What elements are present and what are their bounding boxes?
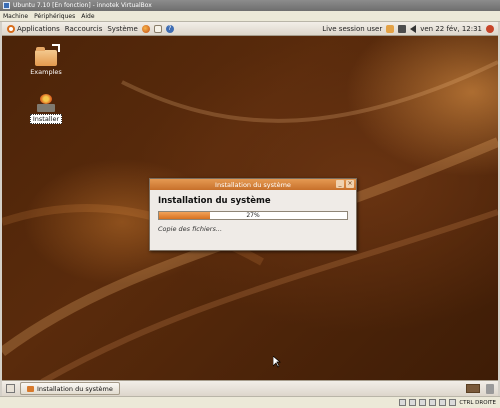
top-panel-tray: Live session user ven 22 fév, 12:31 bbox=[322, 24, 498, 33]
taskbar-item-label: Installation du système bbox=[37, 384, 113, 393]
installer-task-icon bbox=[27, 385, 34, 392]
folder-icon bbox=[35, 44, 60, 66]
desktop-icon-installer[interactable]: Installer bbox=[26, 94, 66, 124]
installation-dialog: Installation du système _ × Installation… bbox=[149, 178, 357, 251]
usb-icon bbox=[429, 399, 437, 406]
firefox-launcher-icon[interactable] bbox=[141, 24, 150, 33]
dialog-title-bar[interactable]: Installation du système _ × bbox=[150, 179, 356, 190]
guest-screen: Applications Raccourcis Système ? Live s… bbox=[2, 22, 498, 396]
host-key-label: CTRL DROITE bbox=[459, 399, 496, 406]
desktop-icon-label: Installer bbox=[29, 114, 63, 124]
progress-percent: 27% bbox=[246, 212, 260, 219]
bottom-panel: Installation du système bbox=[2, 380, 498, 396]
mouse-pointer-icon bbox=[273, 356, 281, 368]
host-menu-machine[interactable]: Machine bbox=[3, 13, 28, 20]
workspace-switcher[interactable] bbox=[466, 384, 480, 393]
mail-launcher-icon[interactable] bbox=[153, 24, 162, 33]
desktop-icon-examples[interactable]: Examples bbox=[26, 44, 66, 76]
system-menu-label: Système bbox=[107, 24, 138, 33]
applications-menu[interactable]: Applications bbox=[7, 24, 60, 33]
dialog-title: Installation du système bbox=[215, 180, 291, 189]
power-icon[interactable] bbox=[486, 24, 494, 33]
host-window-title: Ubuntu 7.10 [En fonction] - innotek Virt… bbox=[13, 2, 152, 9]
close-icon[interactable]: × bbox=[346, 180, 354, 188]
places-menu-label: Raccourcis bbox=[64, 24, 103, 33]
mouse-integration-icon bbox=[449, 399, 457, 406]
dialog-heading: Installation du système bbox=[158, 196, 271, 206]
installer-icon bbox=[36, 94, 56, 112]
clock[interactable]: ven 22 fév, 12:31 bbox=[420, 25, 482, 33]
volume-icon[interactable] bbox=[410, 24, 417, 33]
applications-menu-label: Applications bbox=[17, 24, 60, 33]
host-status-bar: CTRL DROITE bbox=[0, 396, 500, 408]
virtualbox-icon bbox=[3, 2, 10, 9]
host-menu-help[interactable]: Aide bbox=[81, 13, 94, 20]
trash-icon[interactable] bbox=[486, 383, 494, 394]
session-icon[interactable] bbox=[386, 24, 395, 33]
dialog-status-text: Copie des fichiers... bbox=[158, 225, 223, 233]
taskbar-item-installer[interactable]: Installation du système bbox=[20, 382, 120, 395]
system-menu[interactable]: Système bbox=[107, 25, 137, 33]
desktop-icon-label: Examples bbox=[30, 68, 62, 76]
network-icon[interactable] bbox=[398, 24, 407, 33]
minimize-icon[interactable]: _ bbox=[336, 180, 344, 188]
network-status-icon bbox=[419, 399, 427, 406]
top-panel: Applications Raccourcis Système ? Live s… bbox=[2, 22, 498, 36]
ubuntu-logo-icon bbox=[7, 24, 15, 33]
host-menu-peripherals[interactable]: Périphériques bbox=[34, 13, 75, 20]
disk-icon bbox=[399, 399, 407, 406]
host-window-title-bar: Ubuntu 7.10 [En fonction] - innotek Virt… bbox=[0, 0, 500, 11]
session-user-label[interactable]: Live session user bbox=[322, 25, 382, 33]
show-desktop-icon[interactable] bbox=[6, 384, 15, 393]
places-menu[interactable]: Raccourcis bbox=[65, 25, 103, 33]
help-launcher-icon[interactable]: ? bbox=[165, 24, 174, 33]
cdrom-icon bbox=[409, 399, 417, 406]
install-progress-bar: 27% bbox=[158, 211, 348, 220]
shared-folder-icon bbox=[439, 399, 447, 406]
host-menu-bar: Machine Périphériques Aide bbox=[0, 11, 500, 22]
